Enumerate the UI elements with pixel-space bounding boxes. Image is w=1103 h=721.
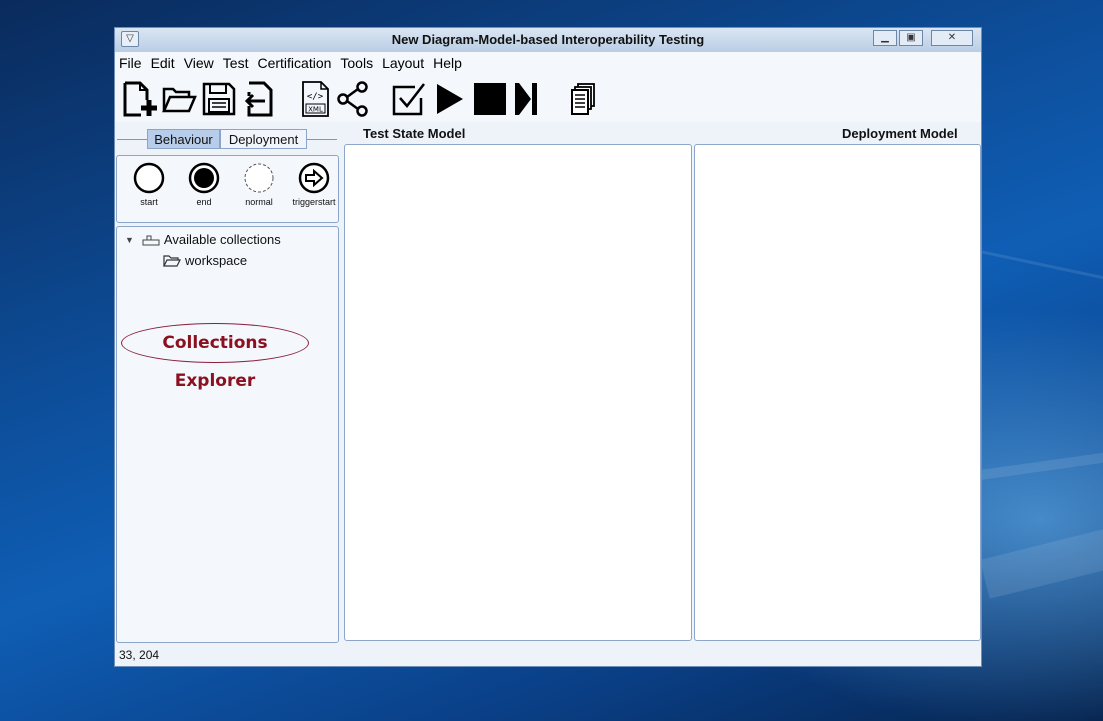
collection-icon xyxy=(142,235,160,245)
documents-icon xyxy=(571,83,595,115)
status-bar: 33, 204 xyxy=(115,644,981,666)
state-palette: start end normal triggerstart xyxy=(116,155,339,223)
circle-thick-icon xyxy=(133,162,165,194)
app-window: ▽ New Diagram-Model-based Interoperabili… xyxy=(114,27,982,667)
palette-label: end xyxy=(196,197,212,207)
share-icon xyxy=(337,81,368,117)
window-controls: ▁ ▣ ✕ xyxy=(871,30,973,46)
play-icon xyxy=(437,84,463,114)
test-state-model-header: Test State Model xyxy=(363,126,466,141)
stop-icon xyxy=(474,83,506,115)
menu-certification[interactable]: Certification xyxy=(257,55,331,71)
palette-item-triggerstart[interactable]: triggerstart xyxy=(287,162,341,218)
play-button[interactable] xyxy=(431,80,467,118)
validate-button[interactable] xyxy=(391,80,427,118)
window-title: New Diagram-Model-based Interoperability… xyxy=(391,32,705,47)
desktop-light-beam xyxy=(980,521,1103,599)
new-file-button[interactable] xyxy=(121,80,157,118)
cursor-coordinates: 33, 204 xyxy=(119,648,160,662)
minimize-icon[interactable]: ▁ xyxy=(873,30,897,46)
xml-export-button[interactable]: </> XML xyxy=(297,80,333,118)
file-add-icon xyxy=(123,81,157,117)
palette-item-normal[interactable]: normal xyxy=(232,162,286,218)
report-button[interactable] xyxy=(565,80,601,118)
svg-text:</>: </> xyxy=(307,92,324,102)
file-import-icon xyxy=(244,81,273,117)
floppy-icon xyxy=(202,82,236,116)
collections-explorer: ▼ Available collections workspace Collec… xyxy=(116,226,339,643)
title-bar: ▽ New Diagram-Model-based Interoperabili… xyxy=(115,28,981,53)
tree-item-workspace[interactable]: workspace xyxy=(163,253,247,268)
maximize-icon[interactable]: ▣ xyxy=(899,30,923,46)
folder-open-icon xyxy=(162,87,197,113)
menu-tools[interactable]: Tools xyxy=(340,55,373,71)
menu-bar: File Edit View Test Certification Tools … xyxy=(115,52,981,74)
menu-test[interactable]: Test xyxy=(223,55,249,71)
share-button[interactable] xyxy=(335,80,371,118)
circle-dashed-icon xyxy=(244,163,274,193)
toolbar: </> XML xyxy=(115,74,981,122)
menu-help[interactable]: Help xyxy=(433,55,462,71)
step-button[interactable] xyxy=(511,80,547,118)
deployment-model-header: Deployment Model xyxy=(842,126,958,141)
import-button[interactable] xyxy=(241,80,277,118)
checkbox-icon xyxy=(392,83,425,116)
tab-deployment[interactable]: Deployment xyxy=(220,129,307,149)
collections-explorer-callout: Collections Explorer xyxy=(121,323,309,391)
circle-filled-icon xyxy=(188,162,220,194)
xml-file-icon: </> XML xyxy=(302,81,329,117)
save-button[interactable] xyxy=(201,80,237,118)
folder-icon xyxy=(163,255,181,267)
tree-root-label: Available collections xyxy=(163,232,281,247)
palette-item-start[interactable]: start xyxy=(122,162,176,218)
close-icon[interactable]: ✕ xyxy=(931,30,973,46)
tab-behaviour[interactable]: Behaviour xyxy=(147,129,220,149)
palette-label: start xyxy=(140,197,158,207)
palette-label: normal xyxy=(245,197,273,207)
menu-layout[interactable]: Layout xyxy=(382,55,424,71)
palette-item-end[interactable]: end xyxy=(177,162,231,218)
open-folder-button[interactable] xyxy=(161,80,197,118)
menu-file[interactable]: File xyxy=(119,55,142,71)
stop-button[interactable] xyxy=(471,80,507,118)
left-tab-bar: Behaviour Deployment xyxy=(115,128,341,152)
tree-item-label: workspace xyxy=(185,253,248,268)
desktop-light-beam xyxy=(979,250,1103,295)
palette-label: triggerstart xyxy=(292,197,336,207)
deployment-model-canvas[interactable] xyxy=(694,144,981,641)
test-state-model-canvas[interactable] xyxy=(344,144,692,641)
menu-edit[interactable]: Edit xyxy=(151,55,175,71)
menu-view[interactable]: View xyxy=(184,55,214,71)
xml-label: XML xyxy=(308,106,323,114)
tree-root[interactable]: ▼ Available collections xyxy=(125,232,281,247)
step-icon xyxy=(515,83,537,115)
circle-arrow-icon xyxy=(298,162,330,194)
desktop-light-beam xyxy=(980,442,1103,480)
expand-triangle-icon[interactable]: ▼ xyxy=(125,235,134,245)
